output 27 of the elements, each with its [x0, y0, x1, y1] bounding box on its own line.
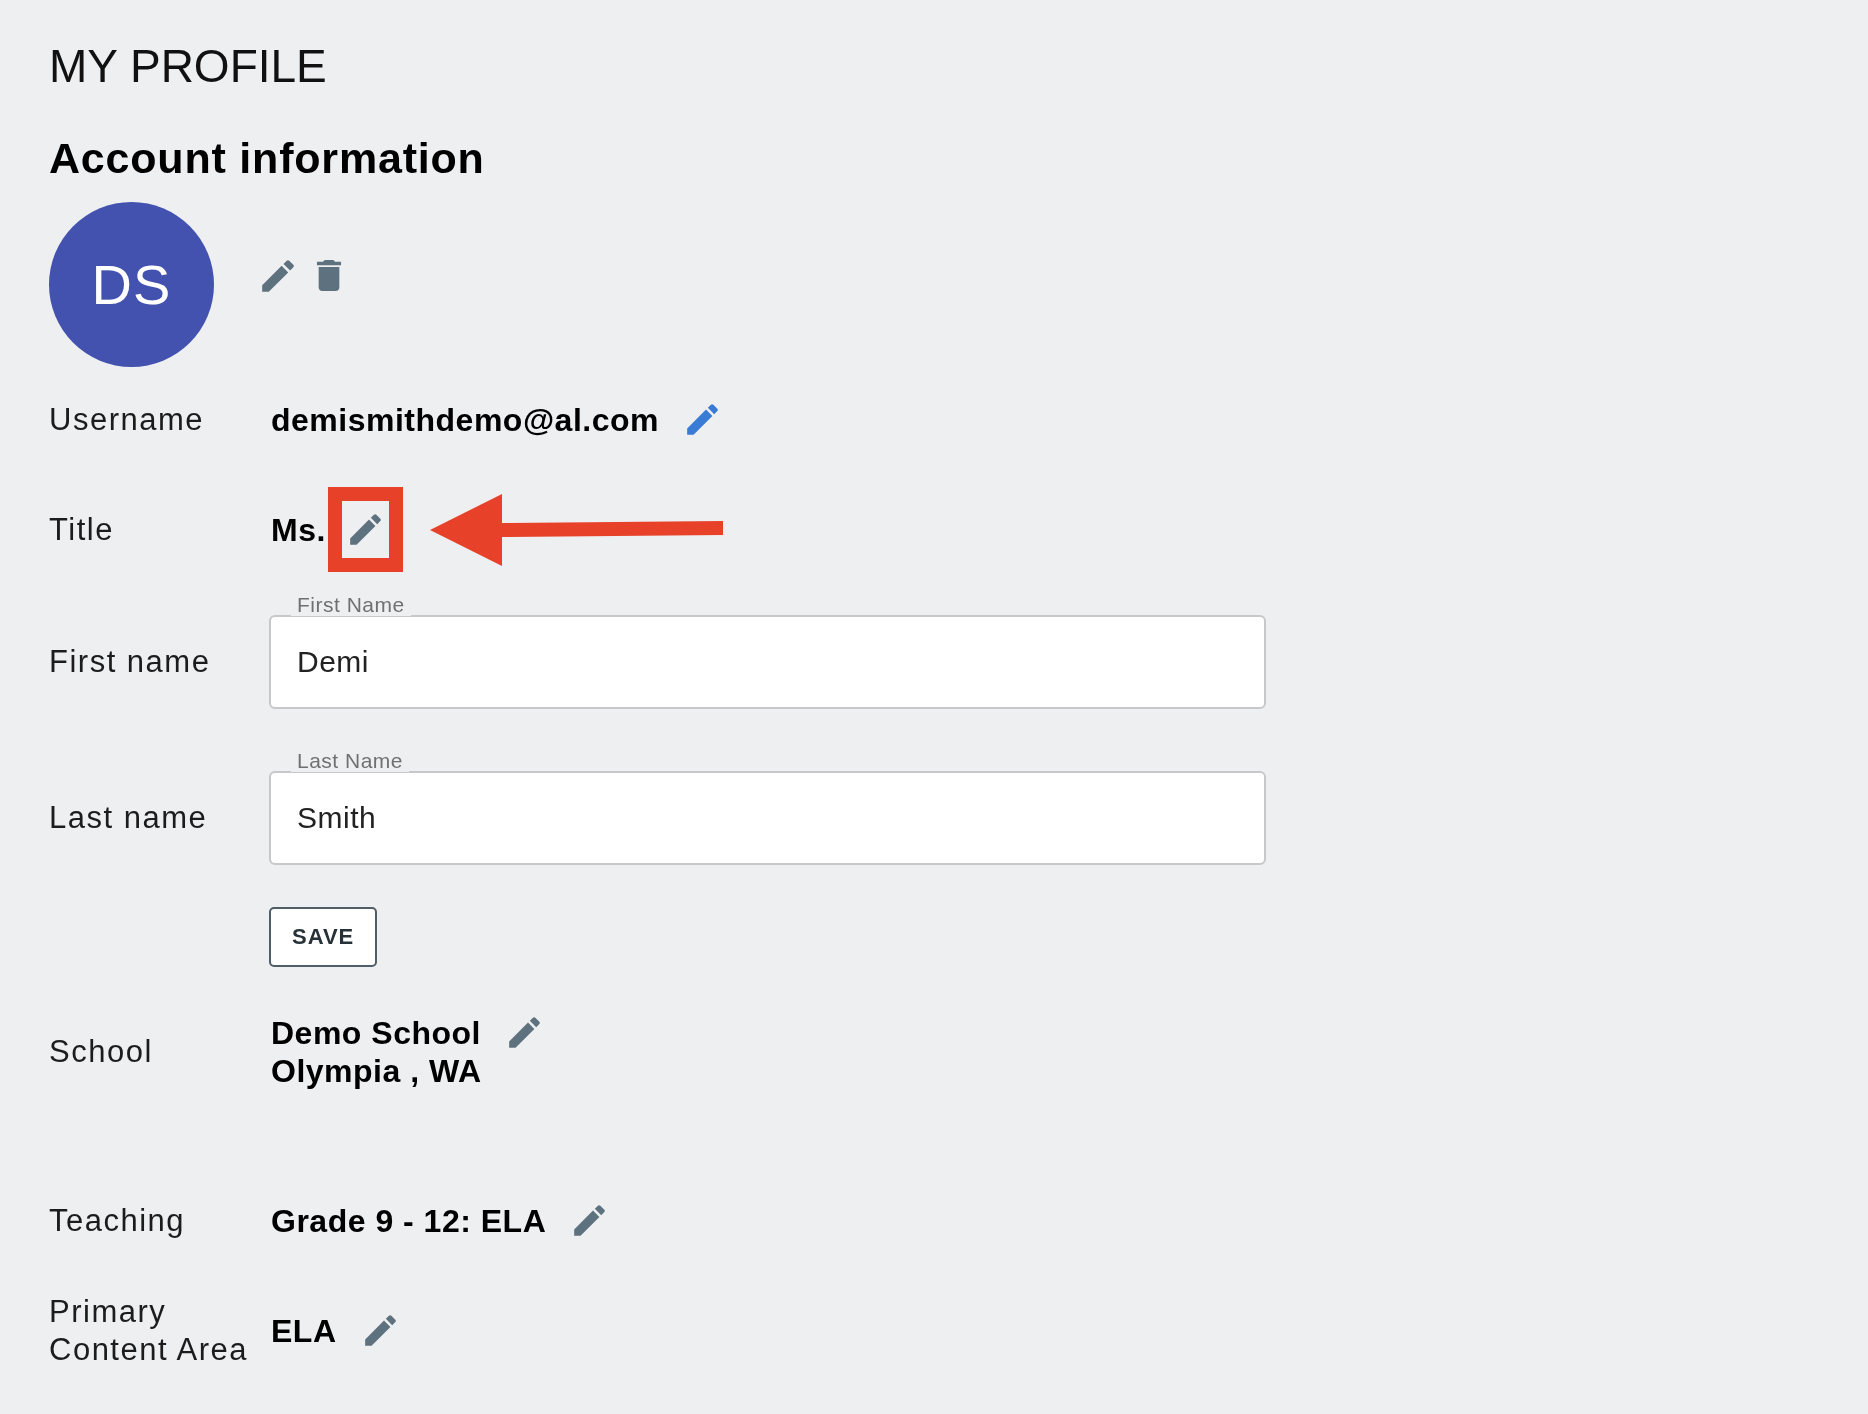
field-value: ELA — [271, 1312, 337, 1350]
pencil-icon[interactable] — [364, 1315, 396, 1346]
field-value: Ms. — [271, 510, 326, 549]
field-value: Grade 9 - 12: ELA — [271, 1202, 547, 1240]
page-title: MY PROFILE — [49, 39, 327, 94]
pencil-icon[interactable] — [262, 260, 294, 292]
trash-icon[interactable] — [315, 260, 343, 291]
avatar-initials: DS — [49, 202, 214, 367]
field-label: Title — [49, 510, 115, 549]
field-label: Last name — [49, 799, 209, 837]
field-label: First name — [49, 643, 212, 681]
field-value: demismithdemo@al.com — [271, 401, 659, 439]
pencil-icon[interactable] — [686, 404, 718, 435]
text-input[interactable]: Smith — [269, 771, 1266, 865]
save-button[interactable]: SAVE — [269, 907, 378, 967]
field-label: Username — [49, 401, 205, 439]
field-label: Teaching — [49, 1202, 187, 1240]
field-value: Demo School — [271, 1014, 482, 1052]
field-value: Olympia , WA — [271, 1052, 482, 1090]
pencil-icon[interactable] — [509, 1017, 541, 1048]
section-heading: Account information — [49, 133, 485, 184]
text-input[interactable]: Demi — [269, 615, 1266, 709]
pencil-icon[interactable] — [349, 514, 381, 545]
field-label: School — [49, 1033, 154, 1071]
input-label: First Name — [291, 594, 411, 616]
pencil-icon[interactable] — [574, 1205, 606, 1236]
field-label: Primary Content Area — [49, 1293, 249, 1369]
